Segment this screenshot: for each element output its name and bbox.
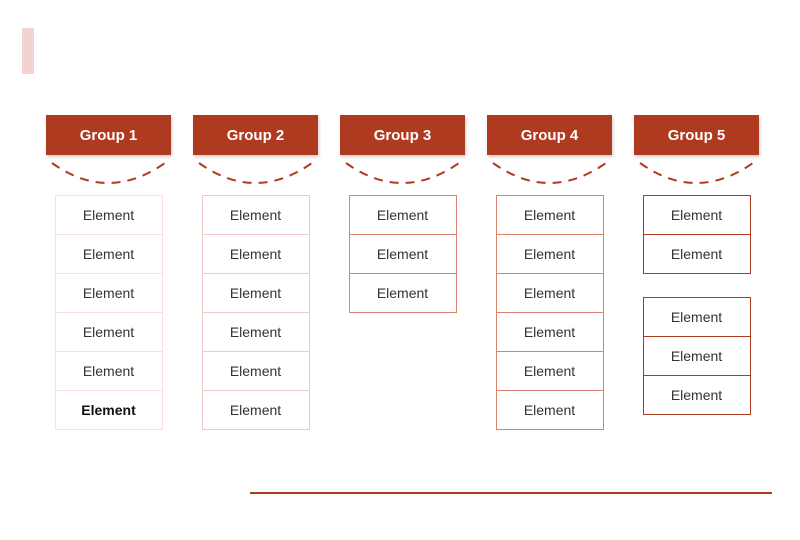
group-column-4: Group 4 Element Element Element Element … — [487, 115, 612, 430]
element-list: Element Element Element Element Element — [643, 195, 751, 415]
element-box: Element — [496, 195, 604, 235]
element-box: Element — [55, 351, 163, 391]
element-box: Element — [349, 273, 457, 313]
dashed-arc-icon — [487, 161, 612, 187]
element-box: Element — [55, 390, 163, 430]
element-box: Element — [496, 273, 604, 313]
element-box: Element — [55, 234, 163, 274]
dashed-arc-icon — [193, 161, 318, 187]
group-columns: Group 1 Element Element Element Element … — [46, 115, 759, 430]
element-box: Element — [496, 390, 604, 430]
element-box: Element — [202, 234, 310, 274]
element-box: Element — [643, 297, 751, 337]
element-box: Element — [349, 195, 457, 235]
element-list: Element Element Element — [349, 195, 457, 313]
element-list: Element Element Element Element Element … — [55, 195, 163, 430]
element-box: Element — [55, 312, 163, 352]
element-box: Element — [55, 195, 163, 235]
group-column-5: Group 5 Element Element Element Element … — [634, 115, 759, 430]
section-gap — [643, 274, 751, 298]
group-header: Group 1 — [46, 115, 171, 155]
dashed-arc-icon — [340, 161, 465, 187]
element-box: Element — [496, 234, 604, 274]
element-box: Element — [643, 195, 751, 235]
element-box: Element — [496, 312, 604, 352]
element-box: Element — [643, 234, 751, 274]
footer-divider — [250, 492, 772, 494]
group-column-3: Group 3 Element Element Element — [340, 115, 465, 430]
element-box: Element — [202, 351, 310, 391]
element-box: Element — [202, 273, 310, 313]
group-header: Group 2 — [193, 115, 318, 155]
dashed-arc-icon — [634, 161, 759, 187]
dashed-arc-icon — [46, 161, 171, 187]
element-list: Element Element Element Element Element … — [496, 195, 604, 430]
element-box: Element — [349, 234, 457, 274]
group-header: Group 5 — [634, 115, 759, 155]
group-column-2: Group 2 Element Element Element Element … — [193, 115, 318, 430]
group-header: Group 3 — [340, 115, 465, 155]
element-box: Element — [202, 390, 310, 430]
group-header: Group 4 — [487, 115, 612, 155]
element-box: Element — [202, 195, 310, 235]
element-box: Element — [202, 312, 310, 352]
group-column-1: Group 1 Element Element Element Element … — [46, 115, 171, 430]
element-box: Element — [496, 351, 604, 391]
accent-bar — [22, 28, 34, 74]
element-box: Element — [643, 375, 751, 415]
element-list: Element Element Element Element Element … — [202, 195, 310, 430]
element-box: Element — [643, 336, 751, 376]
element-box: Element — [55, 273, 163, 313]
